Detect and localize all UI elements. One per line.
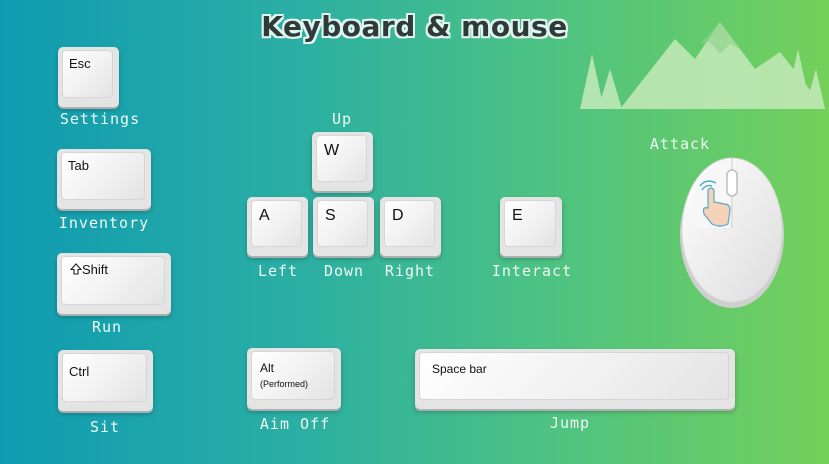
mouse-left-click-icon[interactable]: [678, 150, 786, 310]
esc-key-label: Esc: [69, 56, 91, 71]
ctrl-key[interactable]: Ctrl: [58, 350, 153, 411]
interact-caption: Interact: [491, 262, 573, 280]
jump-caption: Jump: [549, 414, 591, 432]
alt-key-label: Alt: [260, 361, 275, 375]
alt-key[interactable]: Alt (Performed): [247, 348, 341, 409]
up-caption: Up: [331, 110, 353, 128]
aim-off-caption: Aim Off: [259, 415, 331, 433]
s-key[interactable]: S: [313, 197, 374, 256]
d-key[interactable]: D: [380, 197, 441, 256]
right-caption: Right: [384, 262, 436, 280]
w-key-label: W: [324, 142, 340, 159]
s-key-label: S: [325, 207, 336, 224]
space-bar-label: Space bar: [432, 362, 487, 376]
e-key[interactable]: E: [500, 197, 562, 256]
mountain-forest-icon: [580, 22, 825, 109]
esc-key[interactable]: Esc: [58, 47, 119, 107]
alt-key-sublabel: (Performed): [260, 379, 309, 389]
run-caption: Run: [91, 318, 123, 336]
space-bar-key[interactable]: Space bar: [415, 349, 735, 409]
shift-key[interactable]: Shift: [57, 253, 171, 314]
a-key-label: A: [259, 207, 270, 224]
inventory-caption: Inventory: [58, 214, 150, 232]
a-key[interactable]: A: [247, 197, 308, 256]
sit-caption: Sit: [89, 418, 121, 436]
w-key[interactable]: W: [312, 132, 373, 191]
tab-key-label: Tab: [68, 158, 89, 173]
e-key-label: E: [512, 207, 523, 224]
settings-caption: Settings: [59, 110, 141, 128]
shift-arrow-icon: [69, 263, 83, 275]
tab-key[interactable]: Tab: [57, 149, 151, 209]
d-key-label: D: [392, 207, 404, 224]
ctrl-key-label: Ctrl: [69, 364, 90, 379]
shift-key-label: Shift: [82, 262, 109, 277]
